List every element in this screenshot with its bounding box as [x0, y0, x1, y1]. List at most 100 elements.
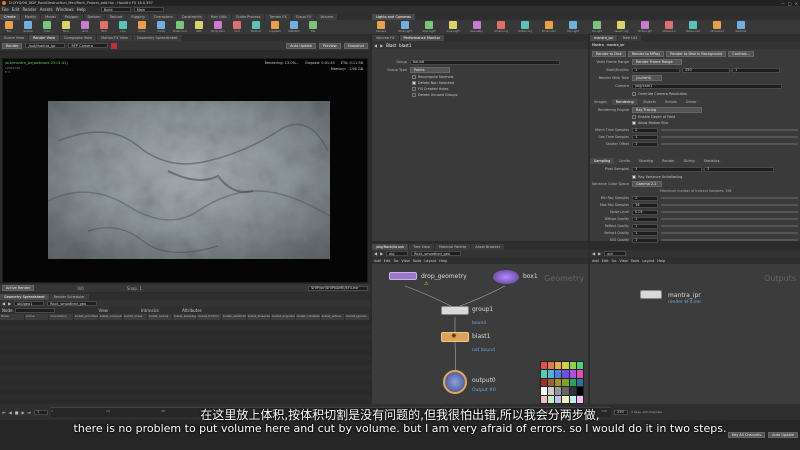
- spreadsheet-body[interactable]: [0, 320, 370, 404]
- forward-icon[interactable]: ▶: [8, 301, 11, 306]
- light-sky-light-tool[interactable]: Sky Light: [566, 21, 580, 33]
- net-menu-edit[interactable]: Edit: [384, 259, 391, 263]
- tab-scripts[interactable]: Scripts: [660, 99, 681, 105]
- mantra-node-name[interactable]: mantra_ipr: [607, 43, 625, 47]
- node-color-palette[interactable]: [540, 361, 584, 404]
- override-res-checkbox[interactable]: [632, 92, 636, 96]
- net-menu-go[interactable]: Go: [612, 259, 617, 263]
- shelf-file-tool[interactable]: File: [306, 21, 320, 33]
- back-icon[interactable]: ◀: [592, 251, 595, 256]
- net-menu-view[interactable]: View: [619, 259, 627, 263]
- shelf-circle-tool[interactable]: Circle: [135, 21, 149, 33]
- light-geometry-light-tool[interactable]: Geometry Light: [470, 21, 484, 33]
- spreadsheet-path[interactable]: obj/geo1: [14, 301, 45, 306]
- diffuse-quality-slider[interactable]: [661, 218, 798, 220]
- net-menu-help[interactable]: Help: [439, 259, 447, 263]
- shelf-box-tool[interactable]: Box: [2, 21, 16, 33]
- palette-swatch[interactable]: [562, 387, 569, 395]
- controls-button[interactable]: Controls...: [728, 51, 755, 57]
- desktop-selector[interactable]: Main: [133, 7, 164, 12]
- palette-swatch[interactable]: [548, 395, 555, 403]
- group-filter[interactable]: [15, 308, 56, 313]
- shelf-torus-tool[interactable]: Torus: [59, 21, 73, 33]
- palette-swatch[interactable]: [548, 362, 555, 370]
- valid-frame-select[interactable]: Render Frame Range: [632, 59, 682, 65]
- start-field[interactable]: 1: [632, 67, 680, 73]
- render-button[interactable]: Render: [2, 42, 23, 49]
- net-menu-layout[interactable]: Layout: [424, 259, 436, 263]
- auto-update-button[interactable]: Auto Update: [286, 42, 316, 49]
- pixel-samples-y[interactable]: 3: [704, 166, 774, 172]
- minimize-icon[interactable]: —: [781, 1, 785, 6]
- palette-swatch[interactable]: [548, 387, 555, 395]
- palette-swatch[interactable]: [569, 362, 576, 370]
- group-type-select[interactable]: Points: [410, 67, 450, 73]
- checkbox[interactable]: [412, 81, 416, 85]
- shelf-sphere-tool[interactable]: Sphere: [21, 21, 35, 33]
- palette-swatch[interactable]: [562, 362, 569, 370]
- menu-windows[interactable]: Windows: [56, 7, 74, 12]
- light-stereo-camera-tool[interactable]: Stereo Camera: [686, 21, 700, 33]
- palette-swatch[interactable]: [576, 378, 583, 387]
- light-volume-light-tool[interactable]: Volume Light: [494, 21, 508, 33]
- palette-swatch[interactable]: [576, 362, 583, 370]
- shelf-tube-tool[interactable]: Tube: [40, 21, 54, 33]
- palette-swatch[interactable]: [555, 362, 562, 370]
- palette-swatch[interactable]: [562, 370, 569, 378]
- forward-icon[interactable]: ▶: [380, 251, 383, 256]
- back-icon[interactable]: ◀: [374, 251, 377, 256]
- palette-swatch[interactable]: [562, 395, 569, 403]
- noise-level-field[interactable]: 0.01: [632, 209, 658, 215]
- network-canvas[interactable]: Geometry drop_geometry ⚠ box1 group1 bou…: [372, 264, 588, 404]
- sss-quality-field[interactable]: 1: [632, 237, 658, 243]
- take-select[interactable]: (current): [632, 75, 662, 81]
- palette-swatch[interactable]: [541, 378, 548, 387]
- palette-swatch[interactable]: [576, 387, 583, 395]
- palette-swatch[interactable]: [555, 370, 562, 378]
- light-distant-light-tool[interactable]: Distant Light: [518, 21, 532, 33]
- light-caustic-light-tool[interactable]: Caustic Light: [614, 21, 628, 33]
- light-camera-tool[interactable]: Camera: [374, 21, 388, 33]
- shutter-field[interactable]: 1: [632, 141, 658, 147]
- light-gi-light-tool[interactable]: GI Light: [590, 21, 604, 33]
- render-to-disk-button[interactable]: Render to Disk: [592, 51, 626, 57]
- max-ray-field[interactable]: 16: [632, 202, 658, 208]
- shelf-curve-tool[interactable]: Curve: [154, 21, 168, 33]
- rendering-engine-select[interactable]: Ray Tracing: [632, 107, 702, 113]
- palette-swatch[interactable]: [541, 370, 548, 378]
- noise-level-slider[interactable]: [661, 211, 798, 213]
- refract-quality-slider[interactable]: [661, 232, 798, 234]
- tab-driver[interactable]: Driver: [681, 99, 701, 105]
- net-menu-help[interactable]: Help: [657, 259, 665, 263]
- output-path-field[interactable]: $HIP/ipr/$HIPNAME/$F4.exr: [308, 285, 368, 291]
- palette-swatch[interactable]: [541, 362, 548, 370]
- palette-swatch[interactable]: [548, 378, 555, 387]
- motion-blur-checkbox[interactable]: [632, 121, 636, 125]
- diffuse-quality-field[interactable]: 1: [632, 216, 658, 222]
- shelf-line-tool[interactable]: Line: [116, 21, 130, 33]
- palette-swatch[interactable]: [569, 378, 576, 387]
- shelf-spray-paint-tool[interactable]: Spray Paint: [211, 21, 225, 33]
- refract-quality-field[interactable]: 1: [632, 230, 658, 236]
- sss-quality-slider[interactable]: [661, 239, 798, 241]
- tab-rendering[interactable]: Rendering: [611, 99, 638, 105]
- shelf-draw-curve-tool[interactable]: Draw Curve: [173, 21, 187, 33]
- net-menu-tools[interactable]: Tools: [631, 259, 640, 263]
- close-icon[interactable]: ✕: [795, 1, 798, 6]
- render-viewport[interactable]: /out/mantra_ipr(wallclock:23:01:41) 1280…: [2, 58, 368, 283]
- menu-file[interactable]: File: [2, 7, 9, 12]
- palette-swatch[interactable]: [541, 387, 548, 395]
- net-menu-add[interactable]: Add: [592, 259, 599, 263]
- checkbox[interactable]: [412, 87, 416, 91]
- max-ray-slider[interactable]: [661, 204, 798, 206]
- menu-assets[interactable]: Assets: [40, 7, 53, 12]
- shelf-grid-tool[interactable]: Grid: [78, 21, 92, 33]
- menu-render[interactable]: Render: [22, 7, 36, 12]
- checkbox[interactable]: [412, 93, 416, 97]
- palette-swatch[interactable]: [555, 395, 562, 403]
- min-ray-slider[interactable]: [661, 197, 798, 199]
- variance-color-select[interactable]: Gamma 2.2: [632, 181, 662, 187]
- node-mantra-ipr[interactable]: [640, 290, 662, 299]
- out-network-canvas[interactable]: Outputs mantra_ipr render $F4.exr: [590, 264, 800, 404]
- renderer-field[interactable]: /out/mantra_ipr: [25, 43, 66, 48]
